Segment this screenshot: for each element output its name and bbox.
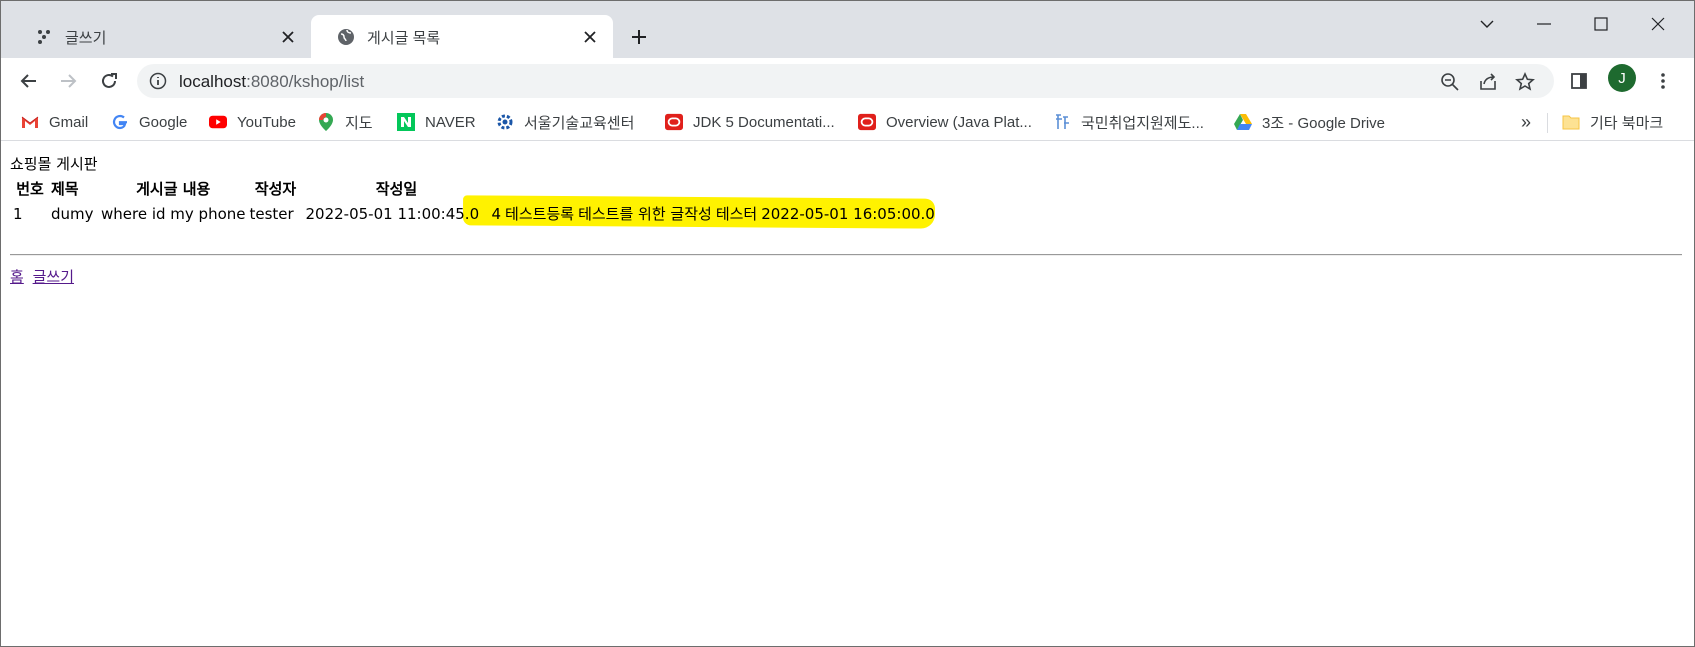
globe-icon	[337, 28, 355, 46]
url-text: localhost:8080/kshop/list	[179, 72, 365, 91]
tab-post-list[interactable]: 게시글 목록	[311, 15, 613, 58]
tab-strip: 글쓰기 게시글 목록	[1, 1, 1694, 58]
tab-title: 게시글 목록	[367, 30, 441, 47]
cell-no: 1	[13, 204, 23, 223]
star-icon[interactable]	[1514, 71, 1536, 93]
close-icon[interactable]	[581, 28, 599, 46]
cell-writer: 테스터	[715, 205, 758, 223]
column-header-content: 게시글 내용	[136, 180, 211, 198]
folder-icon	[1562, 113, 1580, 131]
bookmark-maps[interactable]: 지도	[317, 111, 373, 133]
cell-title: 테스트등록	[505, 205, 575, 223]
cell-date: 2022-05-01 16:05:00.0	[761, 204, 935, 223]
forward-button[interactable]	[53, 66, 83, 96]
column-header-no: 번호	[16, 180, 44, 198]
page-content: 쇼핑몰 게시판 번호 제목 게시글 내용 작성자 작성일 1 dumy wher…	[1, 142, 1694, 646]
cell-title: dumy	[51, 204, 94, 223]
bookmark-employment[interactable]: 국민취업지원제도...	[1053, 111, 1204, 133]
oracle-icon	[665, 113, 683, 131]
table-header-row: 번호 제목 게시글 내용 작성자 작성일	[12, 177, 936, 200]
cell-content: where id my phone	[101, 204, 246, 223]
table-row: 1 dumy where id my phone tester 2022-05-…	[12, 202, 936, 225]
cell-content: 테스트를 위한 글작성	[578, 205, 712, 223]
employment-icon	[1053, 113, 1071, 131]
bookmark-jdk5[interactable]: JDK 5 Documentati...	[665, 111, 835, 133]
column-header-writer: 작성자	[254, 180, 297, 198]
share-icon[interactable]	[1477, 71, 1499, 93]
tab-write[interactable]: 글쓰기	[9, 15, 311, 58]
dots-favicon-icon	[35, 28, 53, 46]
horizontal-rule	[10, 254, 1682, 256]
other-bookmarks-folder[interactable]: 기타 북마크	[1562, 111, 1663, 133]
bookmarks-overflow-button[interactable]: »	[1521, 111, 1531, 133]
maps-icon	[317, 113, 335, 131]
bookmark-youtube[interactable]: YouTube	[209, 111, 296, 133]
bookmark-naver[interactable]: NAVER	[397, 111, 476, 133]
column-header-title: 제목	[51, 180, 79, 198]
bookmark-java-overview[interactable]: Overview (Java Plat...	[858, 111, 1032, 133]
bookmark-google-drive[interactable]: 3조 - Google Drive	[1234, 111, 1385, 133]
tab-search-button[interactable]	[1469, 11, 1505, 37]
post-table: 번호 제목 게시글 내용 작성자 작성일 1 dumy where id my …	[10, 175, 938, 227]
info-icon[interactable]	[149, 72, 167, 90]
bookmark-seoul-tech[interactable]: 서울기술교육센터	[496, 111, 634, 133]
naver-icon	[397, 113, 415, 131]
minimize-button[interactable]	[1526, 11, 1562, 37]
menu-icon[interactable]	[1648, 66, 1678, 96]
cell-writer: tester	[249, 204, 294, 223]
address-bar[interactable]: localhost:8080/kshop/list	[137, 64, 1554, 98]
toolbar: localhost:8080/kshop/list J	[1, 58, 1694, 104]
cell-no: 4	[491, 204, 502, 223]
back-button[interactable]	[14, 66, 44, 96]
new-tab-button[interactable]	[625, 23, 653, 51]
youtube-icon	[209, 113, 227, 131]
gmail-icon	[21, 113, 39, 131]
google-icon	[111, 113, 129, 131]
footer-links: 홈 글쓰기	[10, 266, 78, 287]
browser-window: 글쓰기 게시글 목록 localhost:8080/kshop/list J G…	[0, 0, 1695, 647]
cell-date: 2022-05-01 11:00:45.0	[305, 204, 480, 223]
window-close-button[interactable]	[1640, 11, 1676, 37]
drive-icon	[1234, 113, 1252, 131]
home-link[interactable]: 홈	[10, 268, 24, 286]
reload-button[interactable]	[94, 66, 124, 96]
page-title: 쇼핑몰 게시판	[10, 155, 98, 173]
gear-icon	[496, 113, 514, 131]
close-icon[interactable]	[279, 28, 297, 46]
oracle-icon	[858, 113, 876, 131]
bookmarks-bar: Gmail Google YouTube 지도 NAVER 서울기술교육센터 J…	[1, 104, 1694, 141]
write-link[interactable]: 글쓰기	[33, 268, 74, 286]
tab-title: 글쓰기	[65, 30, 107, 47]
maximize-button[interactable]	[1583, 11, 1619, 37]
column-header-date: 작성일	[375, 180, 418, 198]
side-panel-icon[interactable]	[1564, 66, 1594, 96]
bookmark-gmail[interactable]: Gmail	[21, 111, 88, 133]
avatar[interactable]: J	[1608, 64, 1636, 92]
bookmarks-divider	[1547, 113, 1548, 133]
bookmark-google[interactable]: Google	[111, 111, 187, 133]
zoom-icon[interactable]	[1439, 71, 1461, 93]
